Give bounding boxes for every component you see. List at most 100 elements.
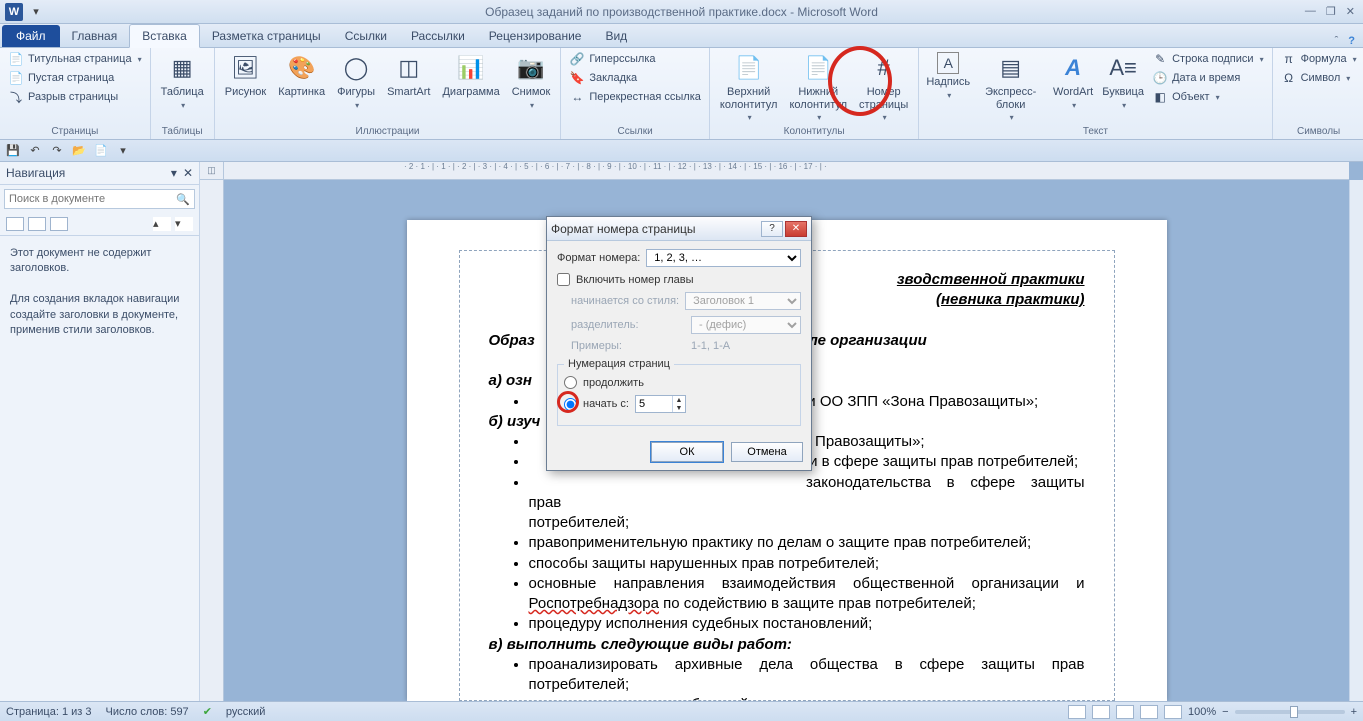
- zoom-slider[interactable]: [1235, 710, 1345, 714]
- group-symbols-label: Символы: [1279, 124, 1359, 139]
- clipart-button[interactable]: 🎨Картинка: [274, 50, 329, 101]
- starts-style-select: Заголовок 1: [685, 292, 801, 310]
- object-icon: ◧: [1152, 89, 1168, 105]
- clipart-icon: 🎨: [286, 52, 318, 84]
- page-number-button[interactable]: #Номер страницы: [855, 50, 912, 124]
- textbox-button[interactable]: AНадпись: [925, 50, 971, 102]
- help-icon[interactable]: ?: [1348, 35, 1355, 47]
- spin-up-icon[interactable]: ▲: [673, 396, 685, 404]
- tab-layout[interactable]: Разметка страницы: [200, 25, 333, 47]
- textbox-icon: A: [937, 52, 959, 74]
- status-zoom[interactable]: 100%: [1188, 706, 1216, 718]
- datetime-icon: 🕒: [1152, 70, 1168, 86]
- symbol-icon: Ω: [1281, 70, 1297, 86]
- redo-icon[interactable]: ↷: [48, 142, 66, 160]
- tab-home[interactable]: Главная: [60, 25, 130, 47]
- table-button[interactable]: ▦Таблица: [157, 50, 208, 112]
- nav-dropdown-icon[interactable]: ▾: [171, 166, 177, 180]
- search-icon[interactable]: 🔍: [172, 193, 194, 206]
- nav-view-results[interactable]: [50, 217, 68, 231]
- shapes-button[interactable]: ◯Фигуры: [333, 50, 379, 112]
- window-title: Образец заданий по производственной прак…: [485, 5, 878, 19]
- undo-icon[interactable]: ↶: [26, 142, 44, 160]
- search-input[interactable]: [5, 190, 172, 208]
- symbol-button[interactable]: ΩСимвол: [1279, 69, 1359, 87]
- continue-radio[interactable]: [564, 376, 577, 389]
- starts-style-label: начинается со стиля:: [571, 295, 679, 307]
- minimize-icon[interactable]: ―: [1305, 5, 1316, 18]
- tab-file[interactable]: Файл: [2, 25, 60, 47]
- ruler-toggle[interactable]: ◫: [200, 162, 224, 180]
- status-words[interactable]: Число слов: 597: [106, 706, 189, 718]
- break-icon: ⤵: [8, 89, 24, 105]
- nav-view-pages[interactable]: [28, 217, 46, 231]
- tab-review[interactable]: Рецензирование: [477, 25, 594, 47]
- numbering-fieldset: Нумерация страниц продолжить начать с: ▲…: [557, 358, 801, 426]
- spin-down-icon[interactable]: ▼: [673, 404, 685, 412]
- ok-button[interactable]: ОК: [651, 442, 723, 462]
- wordart-button[interactable]: AWordArt: [1050, 50, 1096, 112]
- zoom-out-icon[interactable]: −: [1222, 706, 1228, 718]
- tab-insert[interactable]: Вставка: [129, 24, 200, 48]
- tab-view[interactable]: Вид: [593, 25, 639, 47]
- cover-page-button[interactable]: 📄Титульная страница: [6, 50, 144, 68]
- nav-close-icon[interactable]: ✕: [183, 166, 193, 180]
- wordart-icon: A: [1057, 52, 1089, 84]
- nav-view-headings[interactable]: [6, 217, 24, 231]
- view-outline[interactable]: [1140, 705, 1158, 719]
- nav-prev-icon[interactable]: ▴: [153, 217, 171, 231]
- header-button[interactable]: 📄Верхний колонтитул: [716, 50, 782, 124]
- nav-next-icon[interactable]: ▾: [175, 217, 193, 231]
- minimize-ribbon-icon[interactable]: ˆ: [1335, 35, 1339, 47]
- page-break-button[interactable]: ⤵Разрыв страницы: [6, 88, 144, 106]
- smartart-button[interactable]: ◫SmartArt: [383, 50, 434, 101]
- view-fullscreen[interactable]: [1092, 705, 1110, 719]
- object-button[interactable]: ◧Объект: [1150, 88, 1265, 106]
- open-icon[interactable]: 📂: [70, 142, 88, 160]
- picture-button[interactable]: 🖼Рисунок: [221, 50, 271, 101]
- cancel-button[interactable]: Отмена: [731, 442, 803, 462]
- status-proof-icon[interactable]: ✔: [203, 705, 212, 718]
- dropcap-button[interactable]: A≡Буквица: [1100, 50, 1146, 112]
- blank-page-button[interactable]: 📄Пустая страница: [6, 69, 144, 87]
- restore-icon[interactable]: ❐: [1326, 5, 1336, 18]
- view-draft[interactable]: [1164, 705, 1182, 719]
- screenshot-button[interactable]: 📷Снимок: [508, 50, 555, 112]
- dialog-close-icon[interactable]: ✕: [785, 221, 807, 237]
- horizontal-ruler[interactable]: · 2 · 1 · | · 1 · | · 2 · | · 3 · | · 4 …: [224, 162, 1349, 180]
- dialog-help-icon[interactable]: ?: [761, 221, 783, 237]
- qat-more-icon[interactable]: ▾: [114, 142, 132, 160]
- view-web[interactable]: [1116, 705, 1134, 719]
- include-chapter-checkbox[interactable]: [557, 273, 570, 286]
- zoom-in-icon[interactable]: +: [1351, 706, 1357, 718]
- view-print-layout[interactable]: [1068, 705, 1086, 719]
- status-page[interactable]: Страница: 1 из 3: [6, 706, 92, 718]
- tab-mailings[interactable]: Рассылки: [399, 25, 477, 47]
- quickparts-button[interactable]: ▤Экспресс-блоки: [975, 50, 1046, 124]
- vertical-ruler[interactable]: [200, 180, 224, 701]
- close-icon[interactable]: ✕: [1346, 5, 1355, 18]
- nav-search[interactable]: 🔍: [4, 189, 195, 209]
- start-at-spinner[interactable]: ▲▼: [635, 395, 686, 413]
- datetime-button[interactable]: 🕒Дата и время: [1150, 69, 1265, 87]
- equation-button[interactable]: πФормула: [1279, 50, 1359, 68]
- save-icon[interactable]: 💾: [4, 142, 22, 160]
- signature-line-button[interactable]: ✎Строка подписи: [1150, 50, 1265, 68]
- chart-button[interactable]: 📊Диаграмма: [438, 50, 503, 101]
- footer-button[interactable]: 📄Нижний колонтитул: [785, 50, 851, 124]
- vertical-scrollbar[interactable]: [1349, 180, 1363, 701]
- crossref-button[interactable]: ↔Перекрестная ссылка: [567, 88, 703, 106]
- status-lang[interactable]: русский: [226, 706, 265, 718]
- dropcap-icon: A≡: [1107, 52, 1139, 84]
- tab-references[interactable]: Ссылки: [333, 25, 399, 47]
- bookmark-button[interactable]: 🔖Закладка: [567, 69, 703, 87]
- include-chapter-label: Включить номер главы: [576, 274, 694, 286]
- footer-icon: 📄: [802, 52, 834, 84]
- start-at-radio[interactable]: [564, 398, 577, 411]
- hyperlink-button[interactable]: 🔗Гиперссылка: [567, 50, 703, 68]
- start-at-input[interactable]: [636, 397, 672, 411]
- format-select[interactable]: 1, 2, 3, …: [646, 249, 801, 267]
- quick-access-toolbar: 💾 ↶ ↷ 📂 📄 ▾: [0, 140, 1363, 162]
- new-icon[interactable]: 📄: [92, 142, 110, 160]
- qat-dropdown[interactable]: ▾: [28, 4, 44, 20]
